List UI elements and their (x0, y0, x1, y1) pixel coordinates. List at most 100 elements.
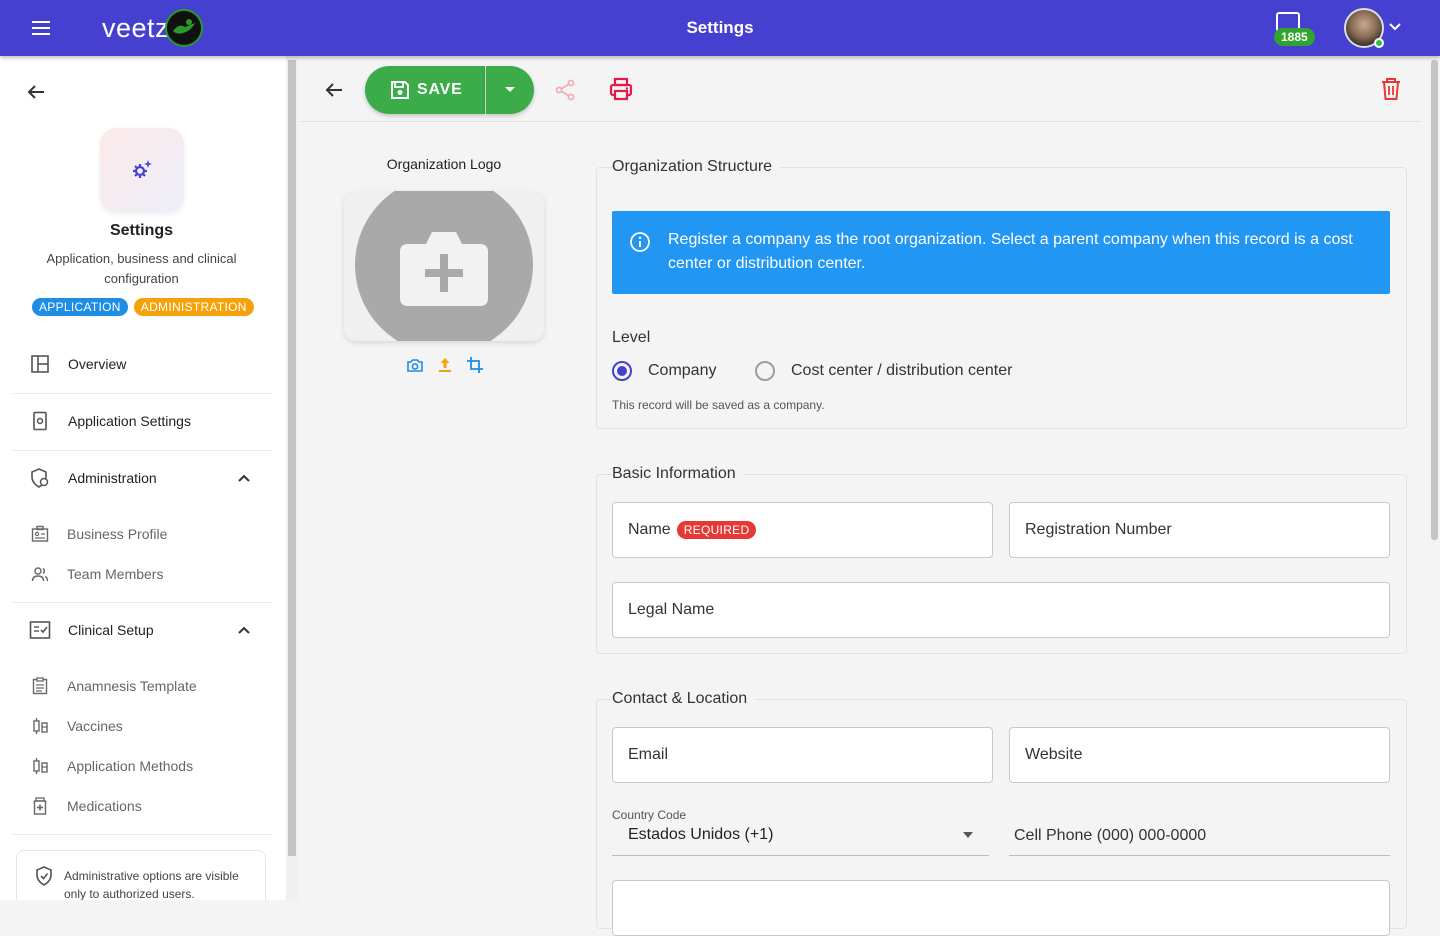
sidebar-item-label: Clinical Setup (68, 622, 154, 638)
logo-mark-icon (165, 9, 204, 47)
sidebar-scrollbar[interactable] (286, 56, 298, 900)
sidebar-item-application-settings[interactable]: Application Settings (12, 397, 272, 445)
share-icon[interactable] (553, 78, 577, 102)
radio-label: Cost center / distribution center (791, 362, 1013, 379)
app-title: Settings (109, 222, 174, 239)
info-text: Register a company as the root organizat… (668, 231, 1353, 272)
info-icon (630, 232, 650, 252)
organization-logo-upload[interactable] (344, 191, 544, 341)
sidebar-item-vaccines[interactable]: Vaccines (12, 710, 272, 742)
clipboard-icon (30, 676, 50, 696)
shield-check-icon (36, 866, 52, 886)
top-app-bar: veetz Settings 1885 (0, 0, 1440, 56)
field-label: Registration Number (1025, 521, 1172, 538)
camera-icon[interactable] (406, 356, 424, 374)
back-arrow-icon[interactable] (24, 80, 48, 104)
people-icon (30, 564, 50, 584)
save-button[interactable]: SAVE (365, 66, 485, 114)
level-hint: This record will be saved as a company. (612, 398, 825, 412)
messages-button[interactable]: 1885 (1274, 10, 1320, 48)
name-field[interactable]: Name REQUIRED (612, 502, 993, 558)
app-logo[interactable]: veetz (102, 9, 204, 47)
upload-icon[interactable] (436, 356, 454, 374)
radio-unselected-icon (755, 361, 775, 381)
radio-company[interactable]: Company (612, 360, 716, 382)
crop-icon[interactable] (466, 356, 484, 374)
field-label: Legal Name (628, 601, 715, 618)
layout-icon (28, 352, 52, 376)
divider (12, 834, 272, 835)
website-field[interactable]: Website (1009, 727, 1390, 783)
sidebar-item-label: Administration (68, 470, 157, 486)
add-photo-icon (400, 232, 488, 306)
email-field[interactable]: Email (612, 727, 993, 783)
app-badges: APPLICATION ADMINISTRATION (32, 298, 254, 316)
badge-application: APPLICATION (32, 298, 128, 316)
page-title: Settings (686, 18, 754, 37)
back-arrow-icon[interactable] (322, 78, 346, 102)
sidebar-item-business-profile[interactable]: Business Profile (12, 518, 272, 550)
address-field[interactable] (612, 880, 1390, 936)
scrollbar-thumb[interactable] (1431, 60, 1438, 540)
sidebar-item-overview[interactable]: Overview (12, 340, 272, 388)
divider (12, 602, 272, 603)
print-icon[interactable] (608, 76, 634, 102)
chevron-up-icon[interactable] (236, 470, 252, 486)
field-label: Name (628, 521, 671, 538)
sidebar-item-label: Vaccines (67, 718, 123, 734)
info-alert: Register a company as the root organizat… (612, 211, 1390, 294)
scrollbar-thumb[interactable] (288, 60, 296, 856)
divider (12, 450, 272, 451)
checklist-icon (28, 618, 52, 642)
legal-name-field[interactable]: Legal Name (612, 582, 1390, 638)
message-count-badge: 1885 (1274, 28, 1315, 46)
level-label: Level (612, 329, 651, 346)
sidebar: Settings Application, business and clini… (0, 56, 286, 900)
organization-logo-label: Organization Logo (386, 156, 502, 172)
save-options-dropdown[interactable] (486, 66, 534, 114)
divider (12, 393, 272, 394)
sidebar-item-administration[interactable]: Administration (12, 454, 272, 502)
field-label: Email (628, 746, 669, 763)
save-label: SAVE (417, 81, 463, 98)
sidebar-item-label: Medications (67, 798, 142, 814)
registration-number-field[interactable]: Registration Number (1009, 502, 1390, 558)
caret-down-icon (505, 87, 515, 92)
sidebar-item-label: Application Methods (67, 758, 194, 774)
chevron-up-icon[interactable] (236, 622, 252, 638)
badge-administration: ADMINISTRATION (133, 298, 254, 316)
field-label: Website (1025, 746, 1083, 763)
note-text: Administrative options are visible only … (64, 869, 239, 900)
section-legend: Organization Structure (612, 158, 781, 176)
id-card-icon (30, 524, 50, 544)
medicine-icon (30, 796, 50, 816)
admin-visibility-note: Administrative options are visible only … (16, 850, 266, 900)
cell-phone-label: Cell Phone (000) 000-0000 (1014, 827, 1207, 844)
main-scrollbar[interactable] (1428, 56, 1440, 900)
sidebar-item-label: Team Members (67, 566, 164, 582)
trash-icon[interactable] (1378, 76, 1404, 102)
settings-app-icon (100, 128, 184, 212)
sidebar-item-label: Application Settings (68, 413, 191, 429)
sidebar-item-anamnesis-template[interactable]: Anamnesis Template (12, 670, 272, 702)
sidebar-item-clinical-setup[interactable]: Clinical Setup (12, 606, 272, 654)
avatar[interactable] (1344, 8, 1384, 48)
sidebar-item-label: Business Profile (67, 526, 168, 542)
sidebar-item-medications[interactable]: Medications (12, 790, 272, 822)
caret-down-icon[interactable] (963, 832, 973, 838)
sidebar-item-team-members[interactable]: Team Members (12, 558, 272, 590)
syringe-icon (30, 756, 50, 776)
radio-cost-center[interactable]: Cost center / distribution center (755, 360, 1012, 382)
logo-text: veetz (102, 12, 170, 43)
shield-user-icon (28, 466, 52, 490)
form-toolbar: SAVE (300, 56, 1422, 122)
radio-selected-icon (612, 361, 632, 381)
app-description: Application, business and clinical confi… (46, 251, 237, 286)
required-badge: REQUIRED (676, 521, 757, 539)
sidebar-item-application-methods[interactable]: Application Methods (12, 750, 272, 782)
chevron-down-icon[interactable] (1388, 20, 1402, 34)
menu-icon[interactable] (28, 16, 54, 40)
logo-actions (406, 356, 484, 374)
syringe-icon (30, 716, 50, 736)
radio-label: Company (648, 362, 717, 379)
